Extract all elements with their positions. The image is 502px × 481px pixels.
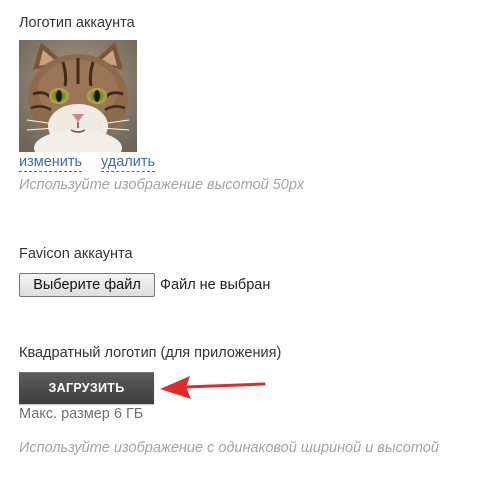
choose-file-button[interactable]: Выберите файл [19,273,155,297]
max-size-text: Макс. размер 6 ГБ [19,406,144,422]
cat-photo-icon [19,40,137,152]
delete-logo-link[interactable]: удалить [101,155,156,172]
account-logo-label: Логотип аккаунта [19,15,135,31]
file-status-text: Файл не выбран [160,277,271,293]
change-logo-link[interactable]: изменить [19,155,83,172]
square-logo-label: Квадратный логотип (для приложения) [19,345,282,361]
square-logo-hint: Используйте изображение с одинаковой шир… [19,440,439,456]
red-arrow-left-icon [160,376,266,399]
favicon-label: Favicon аккаунта [19,246,133,262]
account-logo-hint: Используйте изображение высотой 50px [19,177,305,193]
upload-button[interactable]: ЗАГРУЗИТЬ [19,372,154,404]
account-logo-image [19,40,137,152]
